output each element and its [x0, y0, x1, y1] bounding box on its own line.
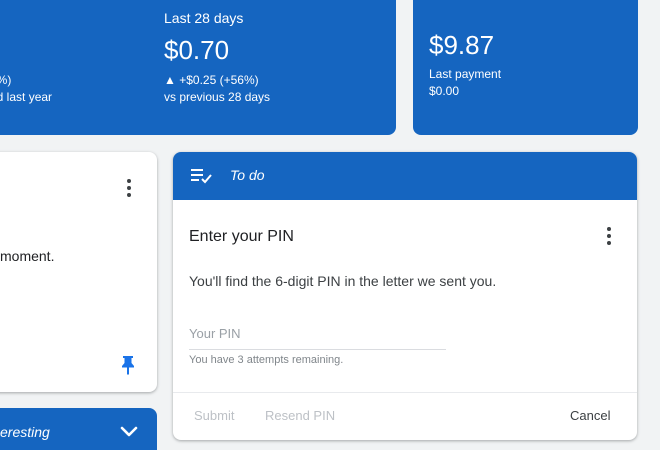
comparison-label: vs previous 28 days — [164, 90, 271, 104]
attempts-remaining: You have 3 attempts remaining. — [189, 354, 344, 366]
comparison-label: od last year — [0, 90, 53, 104]
todo-card: To do Enter your PIN You'll find the 6-d… — [173, 152, 637, 440]
divider — [173, 392, 637, 393]
pin-input[interactable] — [189, 318, 446, 350]
last-payment-value: $0.00 — [429, 84, 460, 98]
cancel-button[interactable]: Cancel — [570, 408, 610, 423]
earnings-delta: ▲ +$0.25 (+56%) — [164, 73, 259, 87]
last-payment-label: Last payment — [429, 67, 502, 81]
earnings-value: $0.70 — [164, 35, 230, 65]
resend-pin-button[interactable]: Resend PIN — [265, 408, 335, 423]
balance-value: $9.87 — [429, 30, 495, 60]
more-vert-icon[interactable] — [597, 224, 621, 248]
balance-card: $9.87 Last payment $0.00 — [413, 0, 638, 135]
arrow-up-icon: ▲ — [164, 73, 176, 87]
earnings-delta-text: +$0.25 (+56%) — [179, 73, 259, 87]
pin-title: Enter your PIN — [189, 228, 294, 245]
period-label: Last 28 days — [164, 10, 244, 26]
pin-description: You'll find the 6-digit PIN in the lette… — [189, 273, 497, 289]
submit-button[interactable]: Submit — [194, 408, 234, 423]
checklist-icon — [191, 169, 212, 184]
pin-icon[interactable] — [120, 355, 136, 375]
chevron-down-icon[interactable] — [119, 422, 139, 442]
more-vert-icon[interactable] — [117, 176, 141, 200]
todo-header-label: To do — [230, 167, 265, 183]
collapsed-card-title: eresting — [0, 424, 50, 440]
notification-text: moment. — [0, 248, 55, 264]
earnings-card: n 0 6%) od last year Last 28 days $0.70 … — [0, 0, 396, 135]
todo-header: To do — [173, 152, 637, 200]
notification-card: moment. — [0, 152, 157, 392]
collapsed-card[interactable]: eresting — [0, 408, 157, 450]
earnings-delta: 6%) — [0, 73, 12, 87]
